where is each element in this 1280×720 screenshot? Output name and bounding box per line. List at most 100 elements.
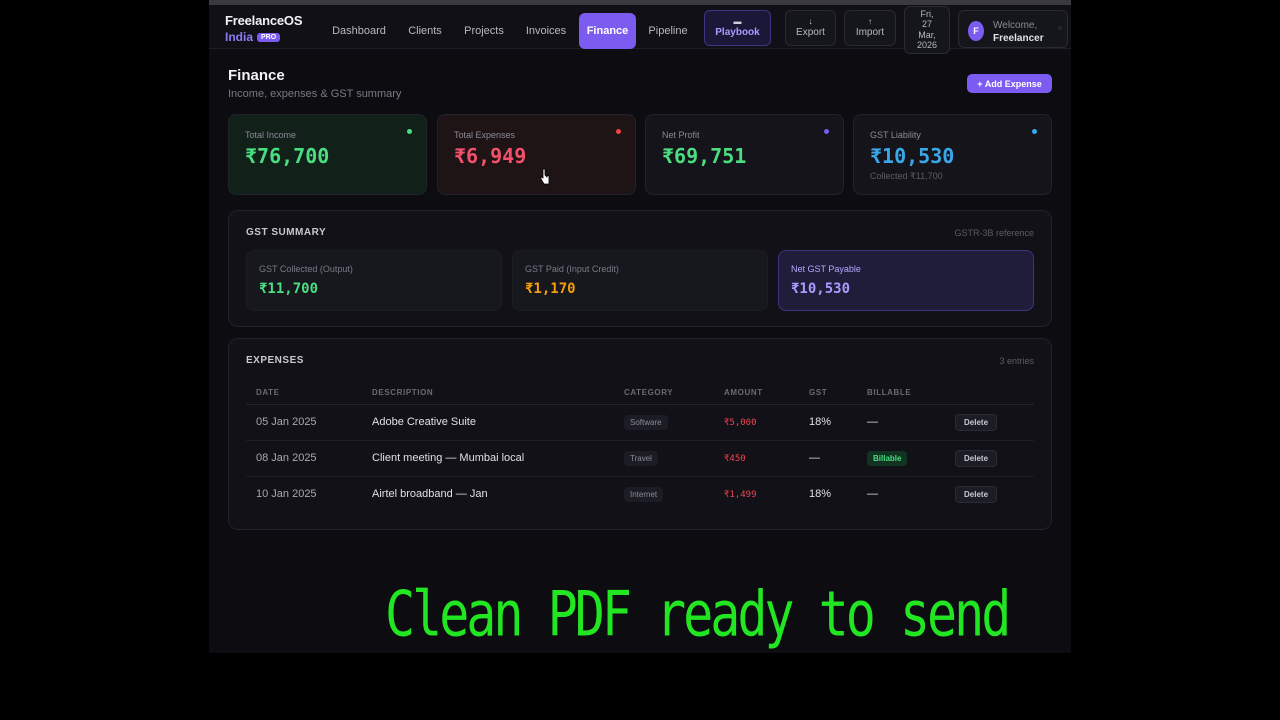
brand-logo[interactable]: FreelanceOS India PRO: [225, 13, 302, 44]
export-button[interactable]: ↓ Export: [785, 10, 836, 46]
user-menu[interactable]: F Welcome, Freelancer ○: [958, 10, 1068, 48]
add-expense-button[interactable]: + Add Expense: [967, 74, 1052, 93]
net-gst-payable-card: Net GST Payable ₹10,530: [778, 250, 1034, 311]
stat-label: Net Profit: [662, 130, 700, 140]
hand-cursor-icon: [540, 168, 550, 185]
gst-card-value: ₹11,700: [259, 281, 319, 297]
expenses-count: 3 entries: [999, 356, 1034, 366]
status-dot-icon: [407, 129, 412, 134]
page-title: Finance: [228, 67, 285, 84]
column-header-gst: GST: [799, 381, 857, 405]
date-month: Mar,: [918, 29, 936, 40]
stat-label: Total Expenses: [454, 130, 516, 140]
expense-amount: ₹450: [724, 454, 746, 464]
playbook-label: Playbook: [715, 26, 760, 38]
table-row: 08 Jan 2025 Client meeting — Mumbai loca…: [246, 440, 1034, 477]
gst-collected-note: Collected ₹11,700: [870, 171, 943, 181]
billable-badge: Billable: [867, 451, 908, 466]
nav-pipeline[interactable]: Pipeline: [643, 13, 693, 49]
import-button[interactable]: ↑ Import: [844, 10, 896, 46]
export-label: Export: [796, 26, 825, 38]
category-tag: Software: [624, 415, 668, 430]
nav-projects[interactable]: Projects: [457, 13, 511, 49]
table-row: 05 Jan 2025 Adobe Creative Suite Softwar…: [246, 404, 1034, 441]
nav-invoices[interactable]: Invoices: [518, 13, 574, 49]
expenses-panel: EXPENSES 3 entries DATE DESCRIPTION CATE…: [228, 338, 1052, 530]
stat-value: ₹76,700: [245, 144, 330, 168]
brand-region-text: India: [225, 30, 254, 44]
gst-card-label: GST Paid (Input Credit): [525, 264, 619, 274]
gst-card-label: Net GST Payable: [791, 264, 861, 274]
status-dot-icon: ○: [1058, 25, 1063, 32]
book-icon: ▬: [733, 17, 742, 27]
category-tag: Internet: [624, 487, 664, 503]
expense-category-cell: Software: [614, 404, 714, 441]
nav-dashboard[interactable]: Dashboard: [325, 13, 393, 49]
expense-category-cell: Travel: [614, 440, 714, 477]
delete-button[interactable]: Delete: [955, 414, 998, 431]
date-day: 27: [921, 19, 932, 30]
brand-region: India PRO: [225, 30, 302, 44]
net-profit-card: Net Profit ₹69,751: [645, 114, 844, 195]
total-expenses-card: Total Expenses ₹6,949: [437, 114, 636, 195]
welcome-greeting: Welcome,: [993, 20, 1038, 31]
expense-gst: —: [799, 440, 857, 477]
date-year: 2026: [916, 40, 938, 51]
welcome-user: Freelancer: [993, 33, 1044, 44]
column-header-date: DATE: [246, 381, 362, 405]
column-header-billable: BILLABLE: [857, 381, 945, 405]
brand-name: FreelanceOS: [225, 13, 303, 28]
date-display: Fri, 27 Mar, 2026: [904, 6, 950, 54]
status-dot-icon: [616, 129, 621, 134]
import-icon: ↑: [868, 17, 872, 27]
expense-date: 10 Jan 2025: [256, 488, 317, 501]
nav-finance[interactable]: Finance: [579, 13, 636, 49]
expense-category-cell: Internet: [614, 476, 714, 512]
expense-action-cell: Delete: [945, 476, 1034, 512]
expense-description: Client meeting — Mumbai local: [362, 440, 614, 477]
nav-clients[interactable]: Clients: [401, 13, 449, 49]
expense-description: Airtel broadband — Jan: [372, 488, 488, 501]
pro-badge: PRO: [257, 32, 281, 42]
status-dot-icon: [824, 129, 829, 134]
gst-card-value: ₹10,530: [791, 281, 851, 297]
gst-summary-title: GST SUMMARY: [246, 227, 327, 238]
table-row: 10 Jan 2025 Airtel broadband — Jan Inter…: [246, 476, 1034, 512]
table-header-row: DATE DESCRIPTION CATEGORY AMOUNT GST BIL…: [246, 381, 1034, 405]
gst-card-label: GST Collected (Output): [259, 264, 353, 274]
total-income-card: Total Income ₹76,700: [228, 114, 427, 195]
gst-summary-panel: GST SUMMARY GSTR-3B reference GST Collec…: [228, 210, 1052, 327]
column-header-description: DESCRIPTION: [362, 381, 614, 405]
import-label: Import: [855, 26, 885, 38]
stat-value: ₹69,751: [662, 144, 747, 168]
stat-value: ₹10,530: [870, 144, 955, 168]
playbook-button[interactable]: ▬ Playbook: [704, 10, 771, 46]
video-caption: Clean PDF ready to send: [385, 578, 1011, 651]
expense-action-cell: Delete: [945, 440, 1034, 477]
expenses-title: EXPENSES: [246, 355, 304, 366]
date-weekday: Fri,: [920, 9, 934, 19]
expense-action-cell: Delete: [945, 404, 1034, 441]
gst-reference: GSTR-3B reference: [954, 228, 1034, 238]
expense-gst: 18%: [799, 404, 857, 441]
export-icon: ↓: [808, 17, 813, 27]
category-tag: Travel: [624, 451, 658, 466]
expense-billable: —: [857, 404, 945, 441]
column-header-category: CATEGORY: [614, 381, 714, 405]
expense-date: 08 Jan 2025: [246, 440, 362, 477]
stat-label: GST Liability: [870, 130, 921, 140]
gst-paid-card: GST Paid (Input Credit) ₹1,170: [512, 250, 768, 311]
delete-button[interactable]: Delete: [955, 486, 998, 504]
stat-label: Total Income: [245, 130, 297, 140]
expense-date: 05 Jan 2025: [246, 404, 362, 441]
stat-value: ₹6,949: [454, 144, 527, 168]
expense-amount-cell: ₹1,499: [714, 476, 799, 512]
gst-collected-card: GST Collected (Output) ₹11,700: [246, 250, 502, 311]
expense-amount-cell: ₹450: [714, 440, 799, 477]
expense-amount-cell: ₹5,000: [714, 404, 799, 441]
app-window: FreelanceOS India PRO Dashboard Clients …: [209, 0, 1071, 653]
expense-billable: —: [867, 488, 878, 501]
gst-liability-card: GST Liability ₹10,530 Collected ₹11,700: [853, 114, 1052, 195]
delete-button[interactable]: Delete: [955, 450, 998, 467]
column-header-amount: AMOUNT: [714, 381, 799, 405]
